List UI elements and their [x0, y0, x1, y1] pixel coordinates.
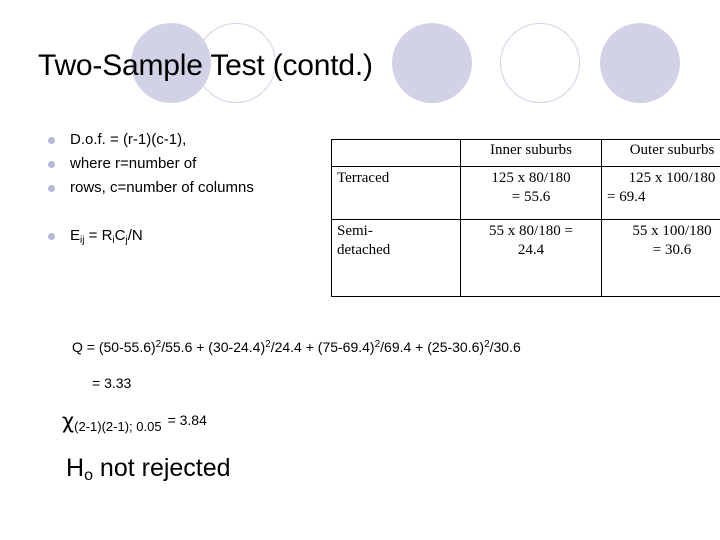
chi-symbol: χ [62, 409, 75, 433]
list-item: D.o.f. = (r-1)(c-1), [40, 128, 330, 152]
column-header-outer-suburbs: Outer suburbs [601, 139, 720, 167]
cell-line-1: 125 x 100/180 [628, 170, 716, 186]
bullet-list: D.o.f. = (r-1)(c-1), where r=number of r… [40, 128, 330, 250]
bullet-dot-icon [48, 137, 55, 144]
bullet-item-formula: Eij = RiCj/N [70, 227, 143, 246]
list-item: rows, c=number of columns [40, 176, 330, 200]
table-row: Terraced 125 x 80/180 = 55.6 125 x 100/1… [331, 166, 720, 220]
cell-semidetached-inner: 55 x 80/180 = 24.4 [460, 219, 602, 297]
cell-line-1: 55 x 80/180 = [489, 223, 573, 239]
cell-line-2: = 55.6 [511, 189, 551, 205]
chi-square-critical-value: χ(2-1)(2-1); 0.05 = 3.84 [62, 410, 207, 435]
decor-circle-4 [500, 23, 580, 103]
row-label-line-2: detached [337, 242, 391, 258]
cell-terraced-inner: 125 x 80/180 = 55.6 [460, 166, 602, 220]
bullet-dot-icon [48, 233, 55, 240]
cell-line-2: 24.4 [517, 242, 545, 258]
table-header-row: Inner suburbs Outer suburbs [331, 139, 720, 167]
bullet-item-label: where r=number of [70, 155, 197, 172]
slide-canvas: Two-Sample Test (contd.) D.o.f. = (r-1)(… [0, 0, 720, 540]
list-item: where r=number of [40, 152, 330, 176]
chi-value: = 3.84 [167, 412, 207, 428]
table-row: Semi- detached 55 x 80/180 = 24.4 55 x 1… [331, 219, 720, 297]
table-corner-cell [331, 139, 461, 167]
list-item: Eij = RiCj/N [40, 224, 330, 250]
column-header-inner-suburbs: Inner suburbs [460, 139, 602, 167]
cell-terraced-outer: 125 x 100/180 = 69.4 [601, 166, 720, 220]
q-label: Q [72, 339, 83, 355]
q-statistic-equation: Q = (50-55.6)2/55.6 + (30-24.4)2/24.4 + … [72, 339, 521, 355]
cell-line-2: = 30.6 [652, 242, 692, 258]
slide-title: Two-Sample Test (contd.) [38, 49, 373, 82]
row-label-terraced: Terraced [331, 166, 461, 220]
bullet-item-label: D.o.f. = (r-1)(c-1), [70, 131, 187, 148]
bullet-dot-icon [48, 161, 55, 168]
cell-line-1: 125 x 80/180 [491, 170, 571, 186]
decor-circle-5 [600, 23, 680, 103]
cell-line-2: = 69.4 [607, 189, 646, 205]
row-label-line-1: Semi- [337, 223, 373, 239]
chi-subscript: (2-1)(2-1); 0.05 [74, 419, 162, 434]
conclusion-statement: Ho not rejected [66, 454, 231, 484]
q-statistic-result: = 3.33 [92, 375, 132, 391]
bullet-item-label: rows, c=number of columns [70, 179, 254, 196]
decor-circle-3 [392, 23, 472, 103]
cell-semidetached-outer: 55 x 100/180 = 30.6 [601, 219, 720, 297]
row-label-semi-detached: Semi- detached [331, 219, 461, 297]
bullet-dot-icon [48, 185, 55, 192]
cell-line-1: 55 x 100/180 [632, 223, 712, 239]
expected-frequencies-table: Inner suburbs Outer suburbs Terraced 125… [331, 139, 720, 297]
